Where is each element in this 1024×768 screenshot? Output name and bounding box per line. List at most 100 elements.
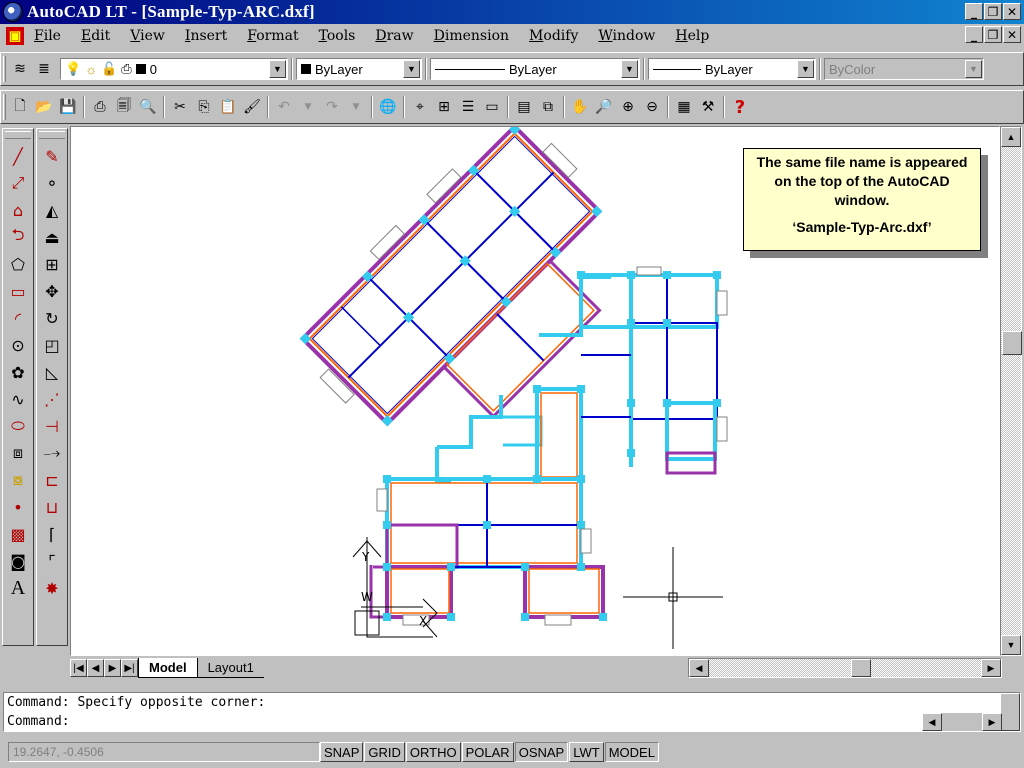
vertical-scrollbar[interactable]: ▲ ▼	[1000, 126, 1022, 656]
chevron-down-icon[interactable]: ▼	[797, 60, 814, 78]
scroll-down-icon[interactable]: ▼	[1001, 635, 1021, 655]
hatch-icon[interactable]: ▩	[5, 521, 31, 547]
print-preview-icon[interactable]: 🗐	[112, 95, 136, 119]
scroll-right-icon[interactable]: ▶	[981, 659, 1001, 677]
close-button[interactable]: ✕	[1003, 3, 1021, 20]
offset-icon[interactable]: ⏏	[39, 224, 65, 250]
restore-button[interactable]: ❐	[984, 3, 1002, 20]
ucs-icon[interactable]: ⊞	[432, 95, 456, 119]
ortho-toggle[interactable]: ORTHO	[405, 742, 461, 762]
rotate-icon[interactable]: ↻	[39, 305, 65, 331]
scroll-left-icon[interactable]: ◀	[922, 713, 942, 731]
minimize-button[interactable]: _	[965, 3, 983, 20]
horizontal-scrollbar[interactable]: ◀ ▶	[688, 658, 1002, 678]
paste-icon[interactable]: 📋	[216, 95, 240, 119]
layer-combo[interactable]: 💡 ☼ 🔓 ⎙ 0 ▼	[60, 58, 288, 80]
menu-help[interactable]: Help	[675, 28, 709, 44]
break-icon[interactable]: ⤍	[39, 440, 65, 466]
multiline-text-icon[interactable]: A	[5, 575, 31, 601]
polygon-icon[interactable]: ⬠	[5, 251, 31, 277]
spell-check-icon[interactable]: 🔍	[136, 95, 160, 119]
properties-icon[interactable]: ▤	[512, 95, 536, 119]
menu-insert[interactable]: Insert	[185, 28, 227, 44]
document-icon[interactable]: ▣	[6, 27, 24, 45]
explode-icon[interactable]: ✸	[39, 575, 65, 601]
next-tab-icon[interactable]: ▶	[104, 659, 121, 677]
chevron-down-icon[interactable]: ▼	[269, 60, 286, 78]
break-at-point-icon[interactable]: ⊏	[39, 467, 65, 493]
color-combo[interactable]: ByLayer ▼	[296, 58, 422, 80]
scroll-up-icon[interactable]: ▲	[1001, 127, 1021, 147]
toolbar-grip[interactable]	[3, 94, 6, 120]
scroll-right-icon[interactable]: ▶	[982, 713, 1002, 731]
polar-toggle[interactable]: POLAR	[461, 742, 514, 762]
match-properties-icon[interactable]: 🖌	[240, 95, 264, 119]
pan-realtime-icon[interactable]: ✋	[568, 95, 592, 119]
save-icon[interactable]: 💾	[56, 95, 80, 119]
command-prompt[interactable]: Command:	[4, 712, 1020, 731]
open-folder-icon[interactable]: 📂	[32, 95, 56, 119]
make-block-icon[interactable]: ⧇	[5, 467, 31, 493]
autocad-app-icon[interactable]	[3, 2, 23, 22]
tab-layout1[interactable]: Layout1	[197, 658, 264, 678]
command-hscroll[interactable]: ◀ ▶	[922, 713, 1002, 731]
toolbar-grip[interactable]	[3, 56, 6, 82]
menu-draw[interactable]: Draw	[375, 28, 413, 44]
extend-icon[interactable]: ⊣	[39, 413, 65, 439]
point-icon[interactable]: •	[5, 494, 31, 520]
rectangle-icon[interactable]: ▭	[5, 278, 31, 304]
command-scrollbar[interactable]	[1000, 693, 1020, 731]
named-views-icon[interactable]: ▭	[480, 95, 504, 119]
stretch-icon[interactable]: ◺	[39, 359, 65, 385]
osnap-toggle[interactable]: OSNAP	[514, 742, 569, 762]
layer-previous-icon[interactable]: ≣	[32, 57, 56, 81]
snap-toggle[interactable]: SNAP	[320, 742, 364, 762]
grid-toggle[interactable]: GRID	[364, 742, 405, 762]
design-center-icon[interactable]: ⧉	[536, 95, 560, 119]
mirror-icon[interactable]: ◭	[39, 197, 65, 223]
chevron-down-icon[interactable]: ▼	[621, 60, 638, 78]
doc-close-button[interactable]: ✕	[1003, 26, 1021, 43]
quick-calc-icon[interactable]: ▦	[672, 95, 696, 119]
coordinate-readout[interactable]: 19.2647, -0.4506	[8, 742, 320, 762]
scroll-left-icon[interactable]: ◀	[689, 659, 709, 677]
join-icon[interactable]: ⊔	[39, 494, 65, 520]
insert-block-icon[interactable]: ⧈	[5, 440, 31, 466]
spline-icon[interactable]: ∿	[5, 386, 31, 412]
doc-restore-button[interactable]: ❐	[984, 26, 1002, 43]
lwt-toggle[interactable]: LWT	[569, 742, 604, 762]
menu-edit[interactable]: Edit	[81, 28, 110, 44]
polyline-arc-icon[interactable]: ⮌	[5, 224, 31, 250]
chamfer-icon[interactable]: ⌈	[39, 521, 65, 547]
erase-icon[interactable]: ✎	[39, 143, 65, 169]
lineweight-combo[interactable]: ByLayer ▼	[648, 58, 816, 80]
zoom-realtime-icon[interactable]: 🔎	[592, 95, 616, 119]
ellipse-icon[interactable]: ⬭	[5, 413, 31, 439]
object-snap-icon[interactable]: ⌖	[408, 95, 432, 119]
layer-manager-icon[interactable]: ≋	[8, 57, 32, 81]
menu-modify[interactable]: Modify	[529, 28, 578, 44]
print-icon[interactable]: ⎙	[88, 95, 112, 119]
question-mark-icon[interactable]: ?	[728, 95, 752, 119]
toolbar-grip[interactable]	[39, 131, 65, 139]
copy-object-icon[interactable]: ⚬	[39, 170, 65, 196]
horizontal-scroll-thumb[interactable]	[851, 659, 871, 677]
drawing-canvas[interactable]: Y W X The same file name is appeared on …	[70, 126, 1000, 656]
polyline-icon[interactable]: ⌂	[5, 197, 31, 223]
menu-tools[interactable]: Tools	[319, 28, 356, 44]
linetype-combo[interactable]: ByLayer ▼	[430, 58, 640, 80]
array-icon[interactable]: ⊞	[39, 251, 65, 277]
cut-icon[interactable]: ✂	[168, 95, 192, 119]
fillet-icon[interactable]: ⌜	[39, 548, 65, 574]
new-file-icon[interactable]: 🗋	[8, 95, 32, 119]
last-tab-icon[interactable]: ▶|	[121, 659, 138, 677]
zoom-previous-icon[interactable]: ⊖	[640, 95, 664, 119]
scale-icon[interactable]: ◰	[39, 332, 65, 358]
menu-file[interactable]: File	[34, 28, 61, 44]
trim-icon[interactable]: ⋰	[39, 386, 65, 412]
command-window[interactable]: Command: Specify opposite corner: Comman…	[3, 692, 1021, 732]
circle-icon[interactable]: ⊙	[5, 332, 31, 358]
doc-minimize-button[interactable]: _	[965, 26, 983, 43]
menu-format[interactable]: Format	[247, 28, 298, 44]
chevron-down-icon[interactable]: ▼	[403, 60, 420, 78]
